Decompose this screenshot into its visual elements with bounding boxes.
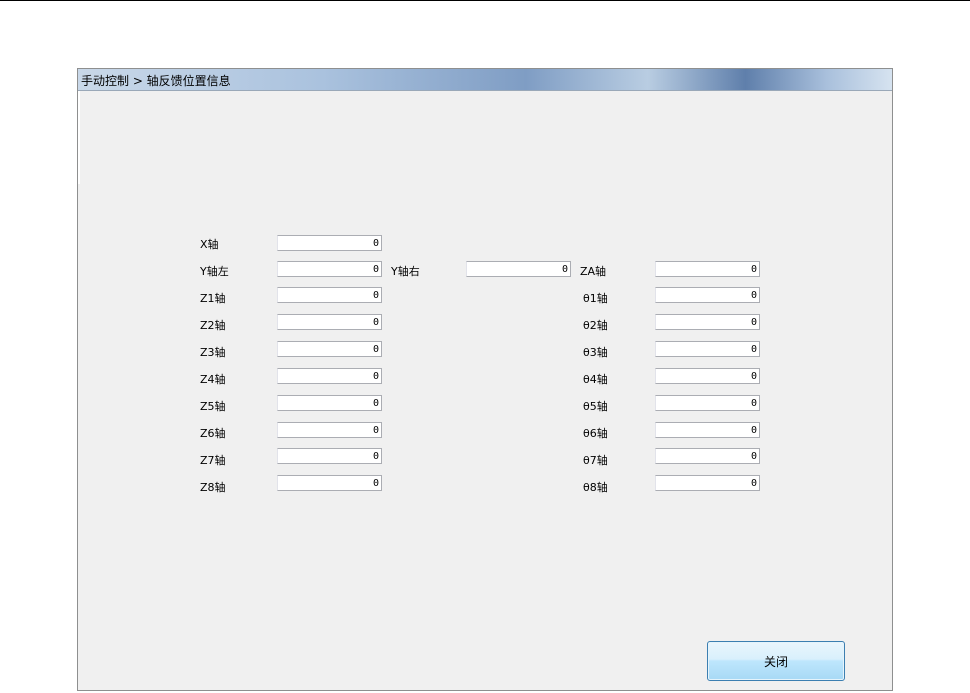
x-axis-value[interactable]: [277, 235, 382, 251]
label-z4-axis: Z4轴: [200, 373, 226, 386]
label-x-axis: X轴: [200, 238, 219, 251]
label-z8-axis: Z8轴: [200, 481, 226, 494]
window-title: 手动控制 > 轴反馈位置信息: [81, 74, 231, 88]
label-theta3-axis: θ3轴: [583, 346, 608, 359]
label-theta2-axis: θ2轴: [583, 319, 608, 332]
label-z1-axis: Z1轴: [200, 292, 226, 305]
theta8-axis-value[interactable]: [655, 475, 760, 491]
label-theta6-axis: θ6轴: [583, 427, 608, 440]
theta5-axis-value[interactable]: [655, 395, 760, 411]
label-z5-axis: Z5轴: [200, 400, 226, 413]
label-theta7-axis: θ7轴: [583, 454, 608, 467]
z5-axis-value[interactable]: [277, 395, 382, 411]
theta7-axis-value[interactable]: [655, 448, 760, 464]
label-theta1-axis: θ1轴: [583, 292, 608, 305]
label-y-axis-right: Y轴右: [391, 265, 420, 278]
z8-axis-value[interactable]: [277, 475, 382, 491]
theta1-axis-value[interactable]: [655, 287, 760, 303]
window-titlebar[interactable]: 手动控制 > 轴反馈位置信息: [78, 69, 892, 91]
theta6-axis-value[interactable]: [655, 422, 760, 438]
label-z2-axis: Z2轴: [200, 319, 226, 332]
z2-axis-value[interactable]: [277, 314, 382, 330]
z3-axis-value[interactable]: [277, 341, 382, 357]
label-za-axis: ZA轴: [580, 265, 607, 278]
axis-feedback-window: 手动控制 > 轴反馈位置信息 X轴 Y轴左 Z1轴 Z2轴 Z3轴 Z4轴 Z5…: [77, 68, 893, 691]
theta3-axis-value[interactable]: [655, 341, 760, 357]
label-theta8-axis: θ8轴: [583, 481, 608, 494]
theta2-axis-value[interactable]: [655, 314, 760, 330]
z7-axis-value[interactable]: [277, 448, 382, 464]
label-z3-axis: Z3轴: [200, 346, 226, 359]
label-y-axis-left: Y轴左: [200, 265, 229, 278]
label-theta4-axis: θ4轴: [583, 373, 608, 386]
label-theta5-axis: θ5轴: [583, 400, 608, 413]
z1-axis-value[interactable]: [277, 287, 382, 303]
y-axis-left-value[interactable]: [277, 261, 382, 277]
label-z6-axis: Z6轴: [200, 427, 226, 440]
z6-axis-value[interactable]: [277, 422, 382, 438]
theta4-axis-value[interactable]: [655, 368, 760, 384]
y-axis-right-value[interactable]: [466, 261, 571, 277]
label-z7-axis: Z7轴: [200, 454, 226, 467]
screen-top-border: [0, 0, 970, 1]
window-frame-edge: [78, 91, 80, 184]
za-axis-value[interactable]: [655, 261, 760, 277]
close-button[interactable]: 关闭: [707, 641, 845, 681]
z4-axis-value[interactable]: [277, 368, 382, 384]
